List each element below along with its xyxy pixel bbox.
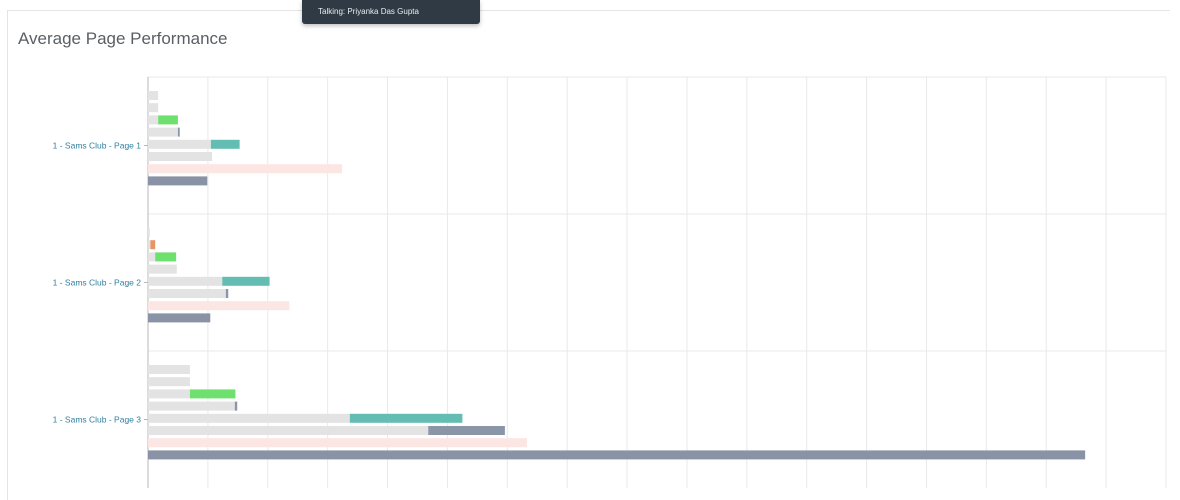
bar-segment — [148, 289, 226, 298]
bar-segment — [148, 240, 151, 250]
bar-segment — [148, 152, 213, 161]
bar-segment — [148, 91, 159, 100]
bar-segment — [148, 176, 208, 186]
bar-segment — [148, 115, 159, 125]
bar-segment — [148, 301, 290, 311]
bar-segment — [148, 438, 528, 448]
performance-chart: 1 - Sams Club - Page 1 1 - Sams Club - Pa… — [53, 76, 1167, 488]
category-label: 1 - Sams Club - Page 3 — [53, 415, 142, 425]
bar-segment — [428, 426, 505, 435]
bar-segment — [148, 450, 1086, 460]
bar-segment — [148, 377, 190, 387]
bar-segment — [189, 389, 236, 399]
bar-segment — [148, 426, 429, 435]
category-label: 1 - Sams Club - Page 2 — [53, 278, 142, 288]
bar-segment — [148, 413, 350, 423]
tooltip: Talking: Priyanka Das Gupta — [302, 0, 480, 24]
bar-segment — [148, 401, 235, 411]
bar-segment — [222, 276, 270, 286]
bar-segment — [148, 103, 159, 113]
bar-segment — [148, 313, 211, 323]
bar-segment — [210, 139, 240, 149]
bar-segment — [158, 115, 178, 125]
bar-segment — [148, 139, 211, 149]
bar-segment — [148, 389, 190, 399]
bar-segment — [148, 164, 343, 174]
bar-segment — [349, 413, 463, 423]
category-label: 1 - Sams Club - Page 1 — [53, 141, 142, 151]
bar-segment — [148, 276, 223, 286]
bar-segment — [148, 264, 177, 274]
bar-segment — [148, 127, 178, 137]
bar-segment — [150, 240, 156, 250]
bar-segment — [148, 228, 150, 237]
bar-segment — [234, 401, 238, 411]
bar-segment — [148, 365, 190, 374]
bar-segment — [148, 252, 156, 262]
bar-segment — [177, 127, 180, 137]
bar-segment — [155, 252, 177, 262]
bar-segment — [225, 289, 229, 298]
